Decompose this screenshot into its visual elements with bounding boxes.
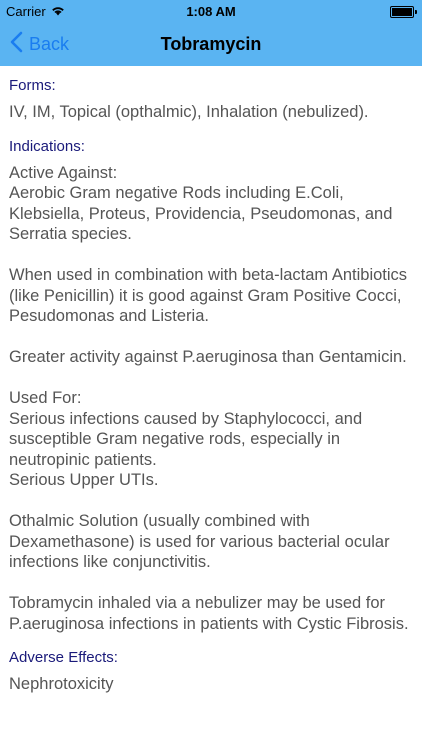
- indication-paragraph: Active Against: Aerobic Gram negative Ro…: [9, 163, 393, 244]
- indication-paragraph: Used For: Serious infections caused by S…: [9, 389, 363, 489]
- navigation-bar: Back Tobramycin: [0, 22, 422, 66]
- indications-section: Indications: Active Against: Aerobic Gra…: [0, 137, 422, 635]
- forms-header: Forms:: [9, 77, 56, 94]
- status-bar: Carrier 1:08 AM: [0, 0, 422, 22]
- forms-section: Forms: IV, IM, Topical (opthalmic), Inha…: [0, 76, 422, 123]
- indications-body: Active Against: Aerobic Gram negative Ro…: [9, 163, 414, 635]
- status-time: 1:08 AM: [186, 4, 236, 19]
- top-bar: Carrier 1:08 AM Back Tobramycin: [0, 0, 422, 66]
- indication-paragraph: Othalmic Solution (usually combined with…: [9, 512, 390, 571]
- adverse-effects-body: Nephrotoxicity: [9, 675, 114, 693]
- indications-header: Indications:: [9, 137, 85, 155]
- battery-level: [392, 8, 412, 16]
- adverse-effects-header: Adverse Effects:: [9, 649, 118, 666]
- battery-icon: [390, 6, 417, 18]
- page-title: Tobramycin: [160, 34, 262, 54]
- adverse-effects-section: Adverse Effects: Nephrotoxicity: [0, 648, 422, 695]
- indication-paragraph: Tobramycin inhaled via a nebulizer may b…: [9, 594, 409, 633]
- drug-detail-content: Forms: IV, IM, Topical (opthalmic), Inha…: [0, 66, 422, 695]
- indication-paragraph: When used in combination with beta-lacta…: [9, 266, 408, 325]
- forms-body: IV, IM, Topical (opthalmic), Inhalation …: [9, 103, 369, 121]
- indication-paragraph: Greater activity against P.aeruginosa th…: [9, 348, 407, 366]
